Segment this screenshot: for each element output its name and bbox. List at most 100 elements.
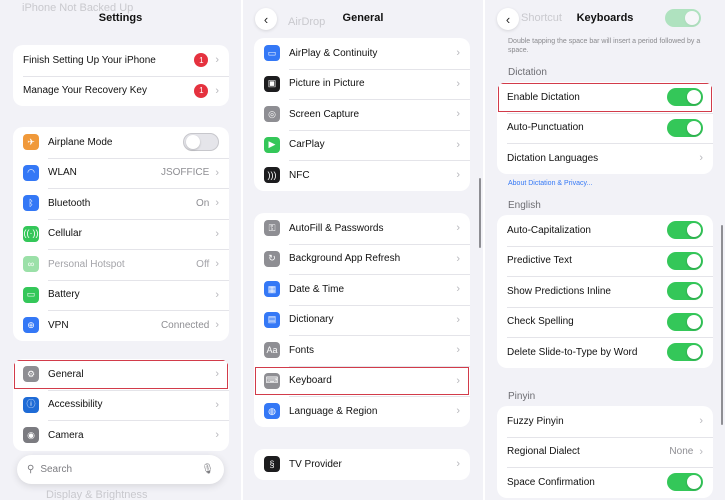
background-app-refresh-row[interactable]: ↻ Background App Refresh › [254, 243, 470, 275]
keyboard-row[interactable]: ⌨ Keyboard › [254, 365, 470, 397]
nfc-icon: ))) [264, 167, 280, 184]
space-confirmation-toggle[interactable] [667, 473, 703, 492]
cellular-icon: ((·)) [23, 225, 39, 242]
about-dictation-link[interactable]: About Dictation & Privacy... [508, 180, 592, 187]
recovery-key-row[interactable]: Manage Your Recovery Key 1 › [13, 75, 229, 107]
chevron-right-icon: › [456, 458, 460, 471]
show-predictions-inline-toggle[interactable] [667, 282, 703, 301]
microphone-icon[interactable]: 🎙 [201, 464, 214, 475]
general-group-2: ⚿ AutoFill & Passwords › ↻ Background Ap… [254, 213, 470, 427]
tv-provider-row[interactable]: § TV Provider › [254, 449, 470, 480]
row-label: VPN [48, 319, 69, 331]
chevron-right-icon: › [215, 166, 219, 179]
battery-row[interactable]: ▭ Battery › [13, 279, 229, 311]
auto-punctuation-row[interactable]: Auto-Punctuation [497, 112, 713, 144]
row-label: General [48, 368, 84, 380]
bluetooth-row[interactable]: ᛒ Bluetooth On › [13, 188, 229, 219]
row-label: Picture in Picture [289, 78, 365, 90]
predictive-text-row[interactable]: Predictive Text [497, 245, 713, 277]
row-label: Dictation Languages [507, 152, 599, 164]
chevron-right-icon: › [215, 429, 219, 442]
picture-in-picture-row[interactable]: ▣ Picture in Picture › [254, 68, 470, 100]
chevron-right-icon: › [215, 319, 219, 332]
key-icon: ⚿ [264, 220, 280, 237]
regional-dialect-row[interactable]: Regional Dialect None › [497, 436, 713, 468]
notification-badge: 1 [194, 83, 209, 98]
chevron-right-icon: › [215, 398, 219, 411]
row-label: Keyboard [289, 375, 332, 387]
airplay-icon: ▭ [264, 45, 280, 62]
row-label: Space Confirmation [507, 476, 595, 488]
row-value: On [195, 197, 210, 209]
general-group: ⚙ General › ⓘ Accessibility › ◉ Camera › [13, 359, 229, 451]
dictionary-row[interactable]: ▤ Dictionary › [254, 304, 470, 336]
ghost-display-row: Display & Brightness [46, 489, 148, 500]
page-title: Settings [98, 12, 143, 24]
chevron-right-icon: › [456, 169, 460, 182]
row-label: Bluetooth [48, 197, 91, 209]
accessibility-row[interactable]: ⓘ Accessibility › [13, 389, 229, 421]
screen-capture-row[interactable]: ◎ Screen Capture › [254, 99, 470, 130]
settings-panel: iPhone Not Backed Up Settings Finish Set… [0, 0, 241, 500]
scrollbar[interactable] [479, 178, 481, 248]
row-label: Language & Region [289, 405, 378, 417]
vpn-row[interactable]: ⊕ VPN Connected › [13, 310, 229, 341]
scrollbar[interactable] [721, 225, 723, 425]
check-spelling-row[interactable]: Check Spelling [497, 306, 713, 338]
auto-capitalization-toggle[interactable] [667, 221, 703, 240]
language-region-row[interactable]: ◍ Language & Region › [254, 396, 470, 427]
search-icon: ⚲ [27, 464, 35, 475]
row-label: Camera [48, 429, 84, 441]
fuzzy-pinyin-row[interactable]: Fuzzy Pinyin › [497, 406, 713, 437]
airplay-continuity-row[interactable]: ▭ AirPlay & Continuity › [254, 38, 470, 69]
auto-punctuation-toggle[interactable] [667, 118, 703, 137]
autofill-passwords-row[interactable]: ⚿ AutoFill & Passwords › [254, 213, 470, 244]
nfc-row[interactable]: ))) NFC › [254, 160, 470, 191]
enable-dictation-toggle[interactable] [667, 88, 703, 107]
show-predictions-inline-row[interactable]: Show Predictions Inline [497, 276, 713, 307]
row-label: Manage Your Recovery Key [23, 85, 147, 97]
network-group: ✈ Airplane Mode ◠ WLAN JSOFFICE › ᛒ Blue… [13, 127, 229, 341]
space-confirmation-row[interactable]: Space Confirmation [497, 467, 713, 498]
airplane-mode-row[interactable]: ✈ Airplane Mode [13, 127, 229, 158]
row-label: Fonts [289, 344, 315, 356]
general-row[interactable]: ⚙ General › [13, 359, 229, 390]
row-label: Battery [48, 289, 80, 301]
chevron-right-icon: › [215, 84, 219, 97]
section-header-dictation: Dictation [508, 67, 547, 78]
carplay-row[interactable]: ▶ CarPlay › [254, 129, 470, 161]
finish-setup-row[interactable]: Finish Setting Up Your iPhone 1 › [13, 45, 229, 76]
predictive-text-toggle[interactable] [667, 251, 703, 270]
camera-row[interactable]: ◉ Camera › [13, 420, 229, 451]
camera-icon: ◉ [23, 427, 39, 444]
cellular-row[interactable]: ((·)) Cellular › [13, 218, 229, 250]
row-label: Background App Refresh [289, 253, 401, 265]
enable-dictation-row[interactable]: Enable Dictation [497, 82, 713, 113]
chevron-right-icon: › [456, 47, 460, 60]
date-time-row[interactable]: ▦ Date & Time › [254, 274, 470, 305]
calendar-icon: ▦ [264, 281, 280, 298]
personal-hotspot-row[interactable]: ∞ Personal Hotspot Off › [13, 249, 229, 280]
chevron-right-icon: › [456, 283, 460, 296]
row-label: Accessibility [48, 399, 103, 411]
airplane-mode-toggle[interactable] [183, 133, 219, 152]
check-spelling-toggle[interactable] [667, 312, 703, 331]
chevron-right-icon: › [456, 252, 460, 265]
row-label: Cellular [48, 228, 82, 240]
row-label: AutoFill & Passwords [289, 222, 384, 234]
chevron-right-icon: › [456, 138, 460, 151]
wlan-row[interactable]: ◠ WLAN JSOFFICE › [13, 157, 229, 189]
chevron-right-icon: › [456, 222, 460, 235]
account-group: Finish Setting Up Your iPhone 1 › Manage… [13, 45, 229, 106]
hotspot-icon: ∞ [23, 256, 39, 273]
general-panel: AirDrop ‹ General ▭ AirPlay & Continuity… [243, 0, 483, 500]
chevron-right-icon: › [456, 374, 460, 387]
delete-slide-to-type-toggle[interactable] [667, 343, 703, 362]
delete-slide-to-type-row[interactable]: Delete Slide-to-Type by Word [497, 337, 713, 368]
search-input[interactable]: Search [40, 464, 201, 475]
row-label: Check Spelling [507, 316, 574, 328]
search-bar[interactable]: ⚲ Search 🎙 [17, 455, 224, 484]
fonts-row[interactable]: Aa Fonts › [254, 335, 470, 366]
dictation-languages-row[interactable]: Dictation Languages › [497, 143, 713, 174]
auto-capitalization-row[interactable]: Auto-Capitalization [497, 215, 713, 246]
